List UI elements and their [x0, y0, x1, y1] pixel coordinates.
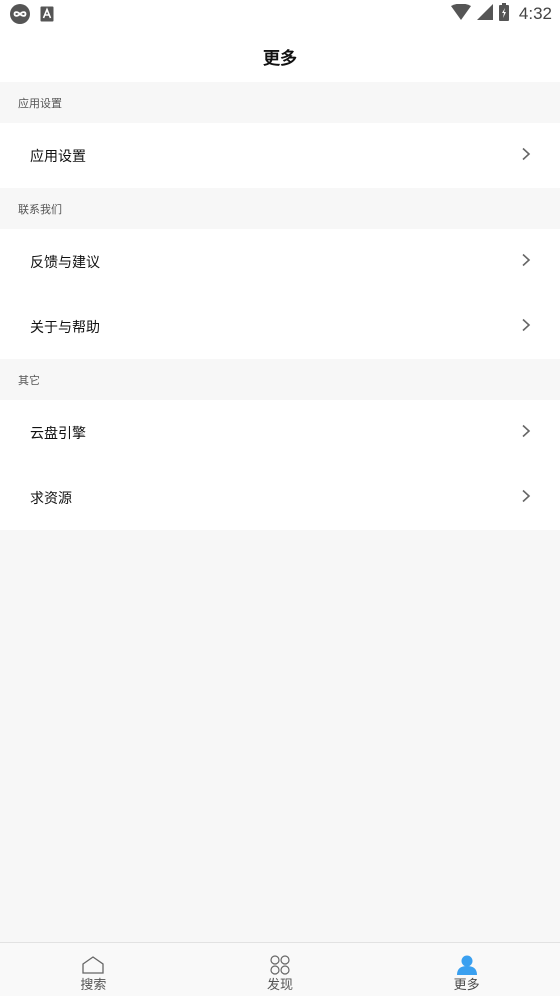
battery-icon — [498, 3, 509, 25]
list-item-label: 求资源 — [30, 490, 72, 507]
section-title: 联系我们 — [18, 202, 62, 216]
page-title: 更多 — [263, 48, 297, 69]
a-icon — [40, 6, 54, 26]
chevron-right-icon — [520, 423, 532, 442]
grid-icon — [268, 955, 292, 979]
section-title: 应用设置 — [18, 96, 62, 110]
list-item-request-resource[interactable]: 求资源 — [0, 465, 560, 530]
nav-label: 更多 — [453, 978, 480, 993]
list-item-label: 反馈与建议 — [30, 254, 100, 271]
chevron-right-icon — [520, 252, 532, 271]
list-item-about-help[interactable]: 关于与帮助 — [0, 294, 560, 359]
list-item-feedback[interactable]: 反馈与建议 — [0, 229, 560, 294]
status-left-icons — [10, 4, 54, 28]
status-time: 4:32 — [518, 4, 552, 23]
list-item-label: 应用设置 — [30, 148, 86, 165]
nav-item-more[interactable]: 更多 — [373, 943, 560, 996]
cell-signal-icon — [476, 4, 493, 24]
section-header-contact-us: 联系我们 — [0, 188, 560, 229]
user-icon — [455, 955, 479, 979]
chevron-right-icon — [520, 146, 532, 165]
settings-list: 应用设置 应用设置 联系我们 反馈与建议 关于与帮助 其它 云盘引擎 求资源 — [0, 82, 560, 530]
section-title: 其它 — [18, 373, 40, 387]
title-bar: 更多 — [0, 30, 560, 82]
chevron-right-icon — [520, 488, 532, 507]
nav-item-search[interactable]: 搜索 — [0, 943, 187, 996]
nav-label: 发现 — [267, 978, 294, 993]
list-item-cloud-engine[interactable]: 云盘引擎 — [0, 400, 560, 465]
list-item-app-settings[interactable]: 应用设置 — [0, 123, 560, 188]
more-screen: 4:32 更多 应用设置 应用设置 联系我们 反馈与建议 关于与帮助 其它 云盘… — [0, 0, 560, 996]
status-right-icons: 4:32 — [450, 3, 552, 25]
nav-label: 搜索 — [80, 978, 107, 993]
chevron-right-icon — [520, 317, 532, 336]
section-header-app-settings: 应用设置 — [0, 82, 560, 123]
infinity-icon — [10, 4, 30, 28]
list-item-label: 云盘引擎 — [30, 425, 86, 442]
status-bar: 4:32 — [0, 0, 560, 30]
list-item-label: 关于与帮助 — [30, 319, 100, 336]
wifi-icon — [450, 3, 471, 24]
home-icon — [81, 955, 105, 979]
section-header-other: 其它 — [0, 359, 560, 400]
nav-item-discover[interactable]: 发现 — [187, 943, 374, 996]
bottom-nav: 搜索 发现 更多 — [0, 942, 560, 996]
